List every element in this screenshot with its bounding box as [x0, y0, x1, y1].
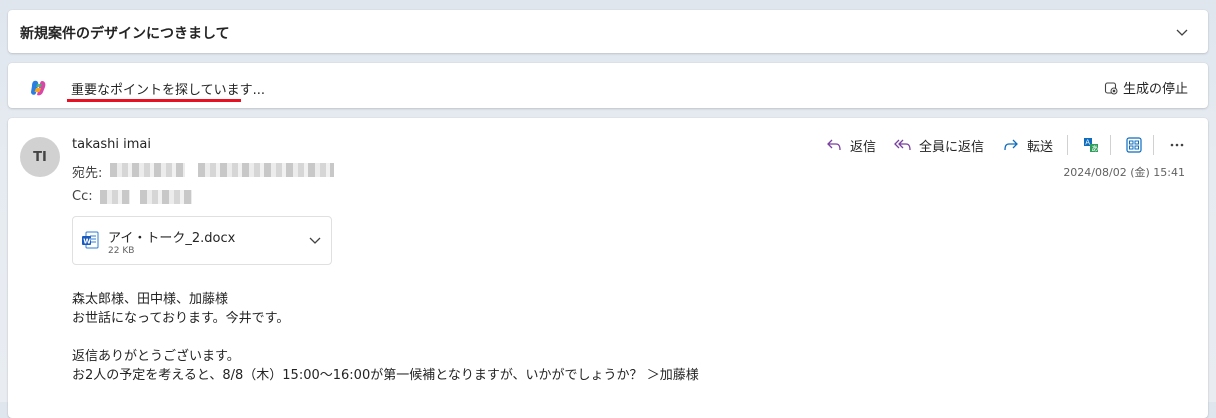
stop-icon: [1104, 81, 1118, 94]
reply-all-label: 全員に返信: [918, 139, 984, 155]
divider: [1153, 135, 1154, 155]
svg-text:A: A: [1085, 139, 1090, 147]
cc-label: Cc:: [72, 189, 93, 204]
divider: [1067, 135, 1068, 155]
divider: [1110, 135, 1111, 155]
forward-icon: [1004, 139, 1018, 151]
stop-generating-button[interactable]: 生成の停止: [1104, 78, 1188, 97]
copilot-icon: [31, 80, 46, 96]
word-icon: W: [82, 231, 99, 249]
message-body: 森太郎様、田中様、加藤様 お世話になっております。今井です。 返信ありがとうござ…: [72, 290, 699, 385]
copilot-summary-bar: 重要なポイントを探しています... 生成の停止: [8, 63, 1208, 108]
more-horizontal-icon: [1170, 143, 1184, 147]
body-line: 返信ありがとうございます。: [72, 349, 240, 364]
forward-label: 転送: [1026, 139, 1053, 155]
body-blank-line: [72, 328, 699, 347]
reply-all-icon: [894, 139, 911, 151]
body-line: お世話になっております。今井です。: [72, 311, 290, 326]
chevron-down-icon[interactable]: [307, 232, 323, 248]
translate-button[interactable]: A あ: [1080, 134, 1102, 156]
redacted-cc: [100, 190, 130, 204]
forward-button[interactable]: 転送: [1002, 136, 1053, 155]
layout-grid-icon: [1126, 137, 1142, 153]
avatar[interactable]: TI: [20, 137, 60, 177]
stop-generating-label: 生成の停止: [1122, 82, 1188, 97]
reply-icon: [827, 139, 841, 151]
attachment-size: 22 KB: [108, 246, 135, 256]
reply-button[interactable]: 返信: [825, 136, 876, 155]
subject-bar: 新規案件のデザインにつきまして: [8, 10, 1208, 53]
red-underline-annotation: [67, 99, 241, 102]
immersive-reader-button[interactable]: [1123, 134, 1145, 156]
svg-text:あ: あ: [1091, 145, 1098, 153]
message-actions: 返信 全員に返信 転送 A あ: [807, 134, 1188, 156]
reply-label: 返信: [849, 139, 876, 155]
copilot-status-text: 重要なポイントを探しています...: [71, 83, 266, 98]
to-label: 宛先:: [72, 166, 103, 181]
message-reading-pane: TI takashi imai 宛先: Cc: 返信 全員に返信 転送 A あ …: [8, 118, 1208, 418]
body-line: お2人の予定を考えると、8/8（木）15:00～16:00が第一候補となりますが…: [72, 368, 699, 383]
reply-all-button[interactable]: 全員に返信: [894, 136, 984, 155]
chevron-down-icon[interactable]: [1174, 24, 1190, 40]
sender-name[interactable]: takashi imai: [72, 137, 151, 152]
svg-text:W: W: [83, 237, 91, 245]
more-actions-button[interactable]: [1166, 134, 1188, 156]
message-date: 2024/08/02 (金) 15:41: [1063, 166, 1185, 179]
message-subject: 新規案件のデザインにつきまして: [20, 26, 230, 42]
body-line: 森太郎様、田中様、加藤様: [72, 292, 229, 307]
translate-icon: A あ: [1084, 138, 1098, 153]
attachment-card[interactable]: W アイ・トーク_2.docx 22 KB: [72, 216, 332, 265]
attachment-name: アイ・トーク_2.docx: [108, 231, 236, 246]
redacted-recipient: [198, 163, 334, 177]
redacted-recipient: [110, 163, 185, 177]
redacted-cc: [140, 190, 192, 204]
